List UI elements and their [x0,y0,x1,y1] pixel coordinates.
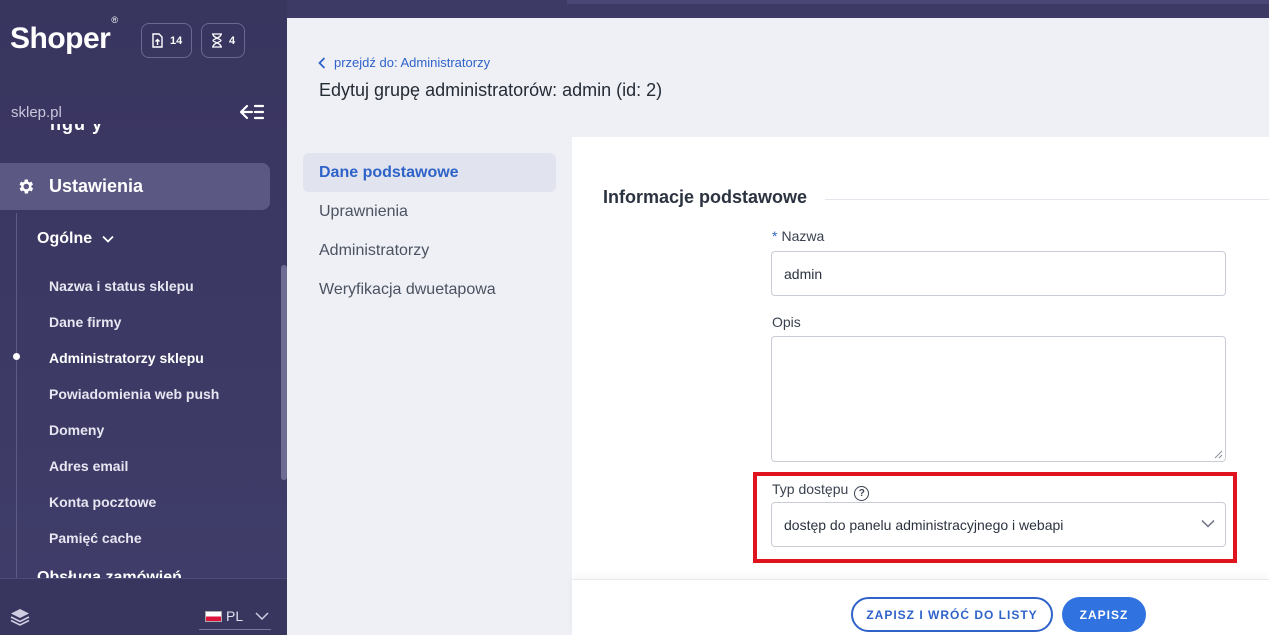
section-tabs: Dane podstawowe Uprawnienia Administrato… [303,153,556,309]
access-type-select[interactable]: dostęp do panelu administracyjnego i web… [771,502,1226,547]
name-input[interactable]: admin [771,251,1226,296]
tree-line [16,213,17,578]
chevron-down-icon [1201,519,1215,528]
section-divider [825,199,1269,200]
back-link[interactable]: przejdź do: Administratorzy [318,55,490,70]
chevron-left-icon [318,56,326,69]
sidebar-footer: PL [0,578,287,635]
sidebar-item-shop-name-status[interactable]: Nazwa i status sklepu [49,278,194,294]
page-title: Edytuj grupę administratorów: admin (id:… [319,80,663,100]
sidebar-item-shop-administrators[interactable]: Administratorzy sklepu [49,350,204,366]
help-icon[interactable]: ? [854,486,870,501]
resize-grip-icon[interactable] [1214,450,1223,459]
section-title: Informacje podstawowe [603,187,808,207]
tab-administrators[interactable]: Administratorzy [303,231,556,270]
description-label: Opis [772,314,801,330]
sidebar-item-company-data[interactable]: Dane firmy [49,314,121,330]
top-bar-strip [567,0,1269,4]
name-label: * Nazwa [772,228,825,244]
form-footer: ZAPISZ I WRÓĆ DO LISTY ZAPISZ [572,579,1269,635]
required-mark: * [772,228,778,244]
shoper-logo[interactable]: Shoper® [10,15,118,56]
collapse-menu-icon [239,104,265,120]
layers-icon [10,609,30,626]
sidebar-item-settings[interactable]: Ustawienia [0,163,270,210]
access-type-value: dostęp do panelu administracyjnego i web… [784,516,1064,533]
sidebar-item-email-address[interactable]: Adres email [49,458,128,474]
gear-icon [19,179,34,194]
tab-two-step-verification[interactable]: Weryfikacja dwuetapowa [303,270,556,309]
file-upload-icon [152,33,163,48]
shop-name[interactable]: sklep.pl [11,104,62,121]
sidebar-group-general[interactable]: Ogólne [37,230,114,248]
tab-permissions[interactable]: Uprawnienia [303,192,556,231]
poland-flag-icon [205,610,222,622]
sidebar-item-settings-label: Ustawienia [49,176,144,196]
uploads-count: 14 [170,34,183,47]
tab-basic-data[interactable]: Dane podstawowe [303,153,556,192]
active-item-dot [13,353,20,360]
sidebar-group-label: Ogólne [37,230,93,247]
chevron-down-icon [255,612,269,620]
main-content: przejdź do: Administratorzy Edytuj grupę… [287,18,1269,635]
sidebar-item-cache[interactable]: Pamięć cache [49,530,142,546]
partially-hidden-menu-item: ngu y [50,124,103,134]
form-panel: Informacje podstawowe * Nazwa admin Opis … [572,137,1269,579]
save-button[interactable]: ZAPISZ [1062,597,1146,632]
access-type-label: Typ dostępu? [772,481,870,501]
chevron-down-icon [102,235,114,243]
top-bar [287,0,1269,18]
language-select[interactable]: PL [199,603,271,630]
description-textarea[interactable] [771,336,1226,462]
collapse-sidebar-button[interactable] [238,102,266,122]
layers-button[interactable] [10,608,30,631]
sidebar-item-domains[interactable]: Domeny [49,422,104,438]
save-and-return-button[interactable]: ZAPISZ I WRÓĆ DO LISTY [851,597,1053,632]
sidebar: Shoper® 14 4 sklep.pl ngu y Ustawienia O… [0,0,287,635]
tasks-count: 4 [229,34,236,47]
sidebar-item-web-push[interactable]: Powiadomienia web push [49,386,219,402]
language-label: PL [226,608,244,624]
hourglass-icon [212,33,222,48]
back-link-label: przejdź do: Administratorzy [334,55,491,70]
sidebar-item-mail-accounts[interactable]: Konta pocztowe [49,494,156,510]
tasks-badge[interactable]: 4 [201,23,246,58]
uploads-badge[interactable]: 14 [141,23,193,58]
